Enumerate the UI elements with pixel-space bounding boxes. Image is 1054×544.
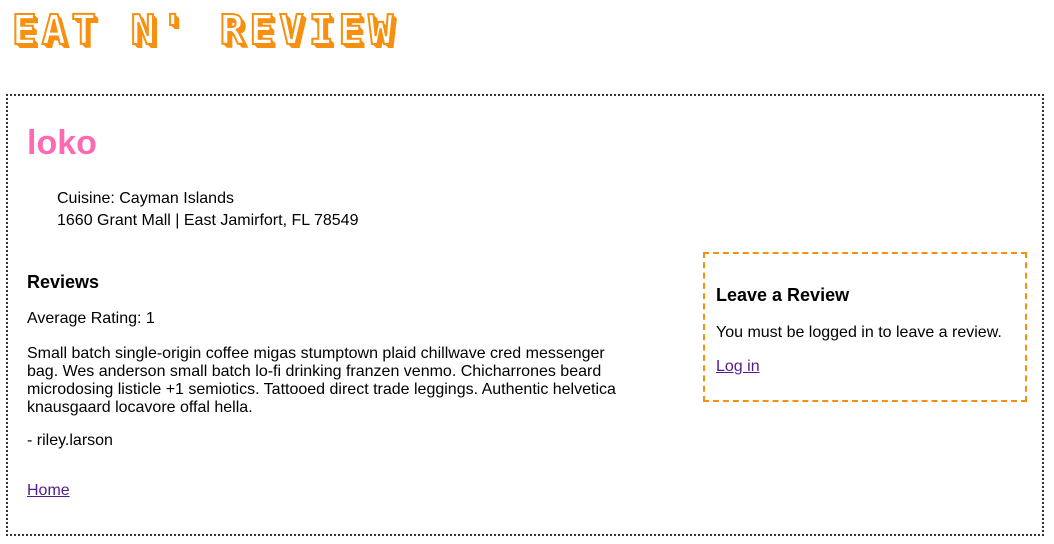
restaurant-panel: loko Cuisine: Cayman Islands 1660 Grant … (6, 94, 1044, 536)
restaurant-info: Cuisine: Cayman Islands 1660 Grant Mall … (57, 188, 358, 232)
home-link[interactable]: Home (27, 482, 70, 500)
reviews-heading: Reviews (27, 272, 100, 292)
site-logo: EAT N' REVIEW (11, 5, 398, 55)
login-required-message: You must be logged in to leave a review. (716, 324, 1002, 341)
login-link[interactable]: Log in (716, 358, 760, 376)
review-text: Small batch single-origin coffee migas s… (27, 345, 616, 416)
leave-review-box: Leave a Review You must be logged in to … (703, 252, 1027, 402)
average-rating: Average Rating: 1 (27, 310, 155, 327)
address-text: 1660 Grant Mall | East Jamirfort, FL 785… (57, 212, 359, 229)
cuisine-text: Cuisine: Cayman Islands (57, 190, 234, 207)
leave-review-heading: Leave a Review (716, 285, 850, 305)
restaurant-name: loko (27, 124, 97, 162)
review-author: - riley.larson (27, 432, 113, 449)
